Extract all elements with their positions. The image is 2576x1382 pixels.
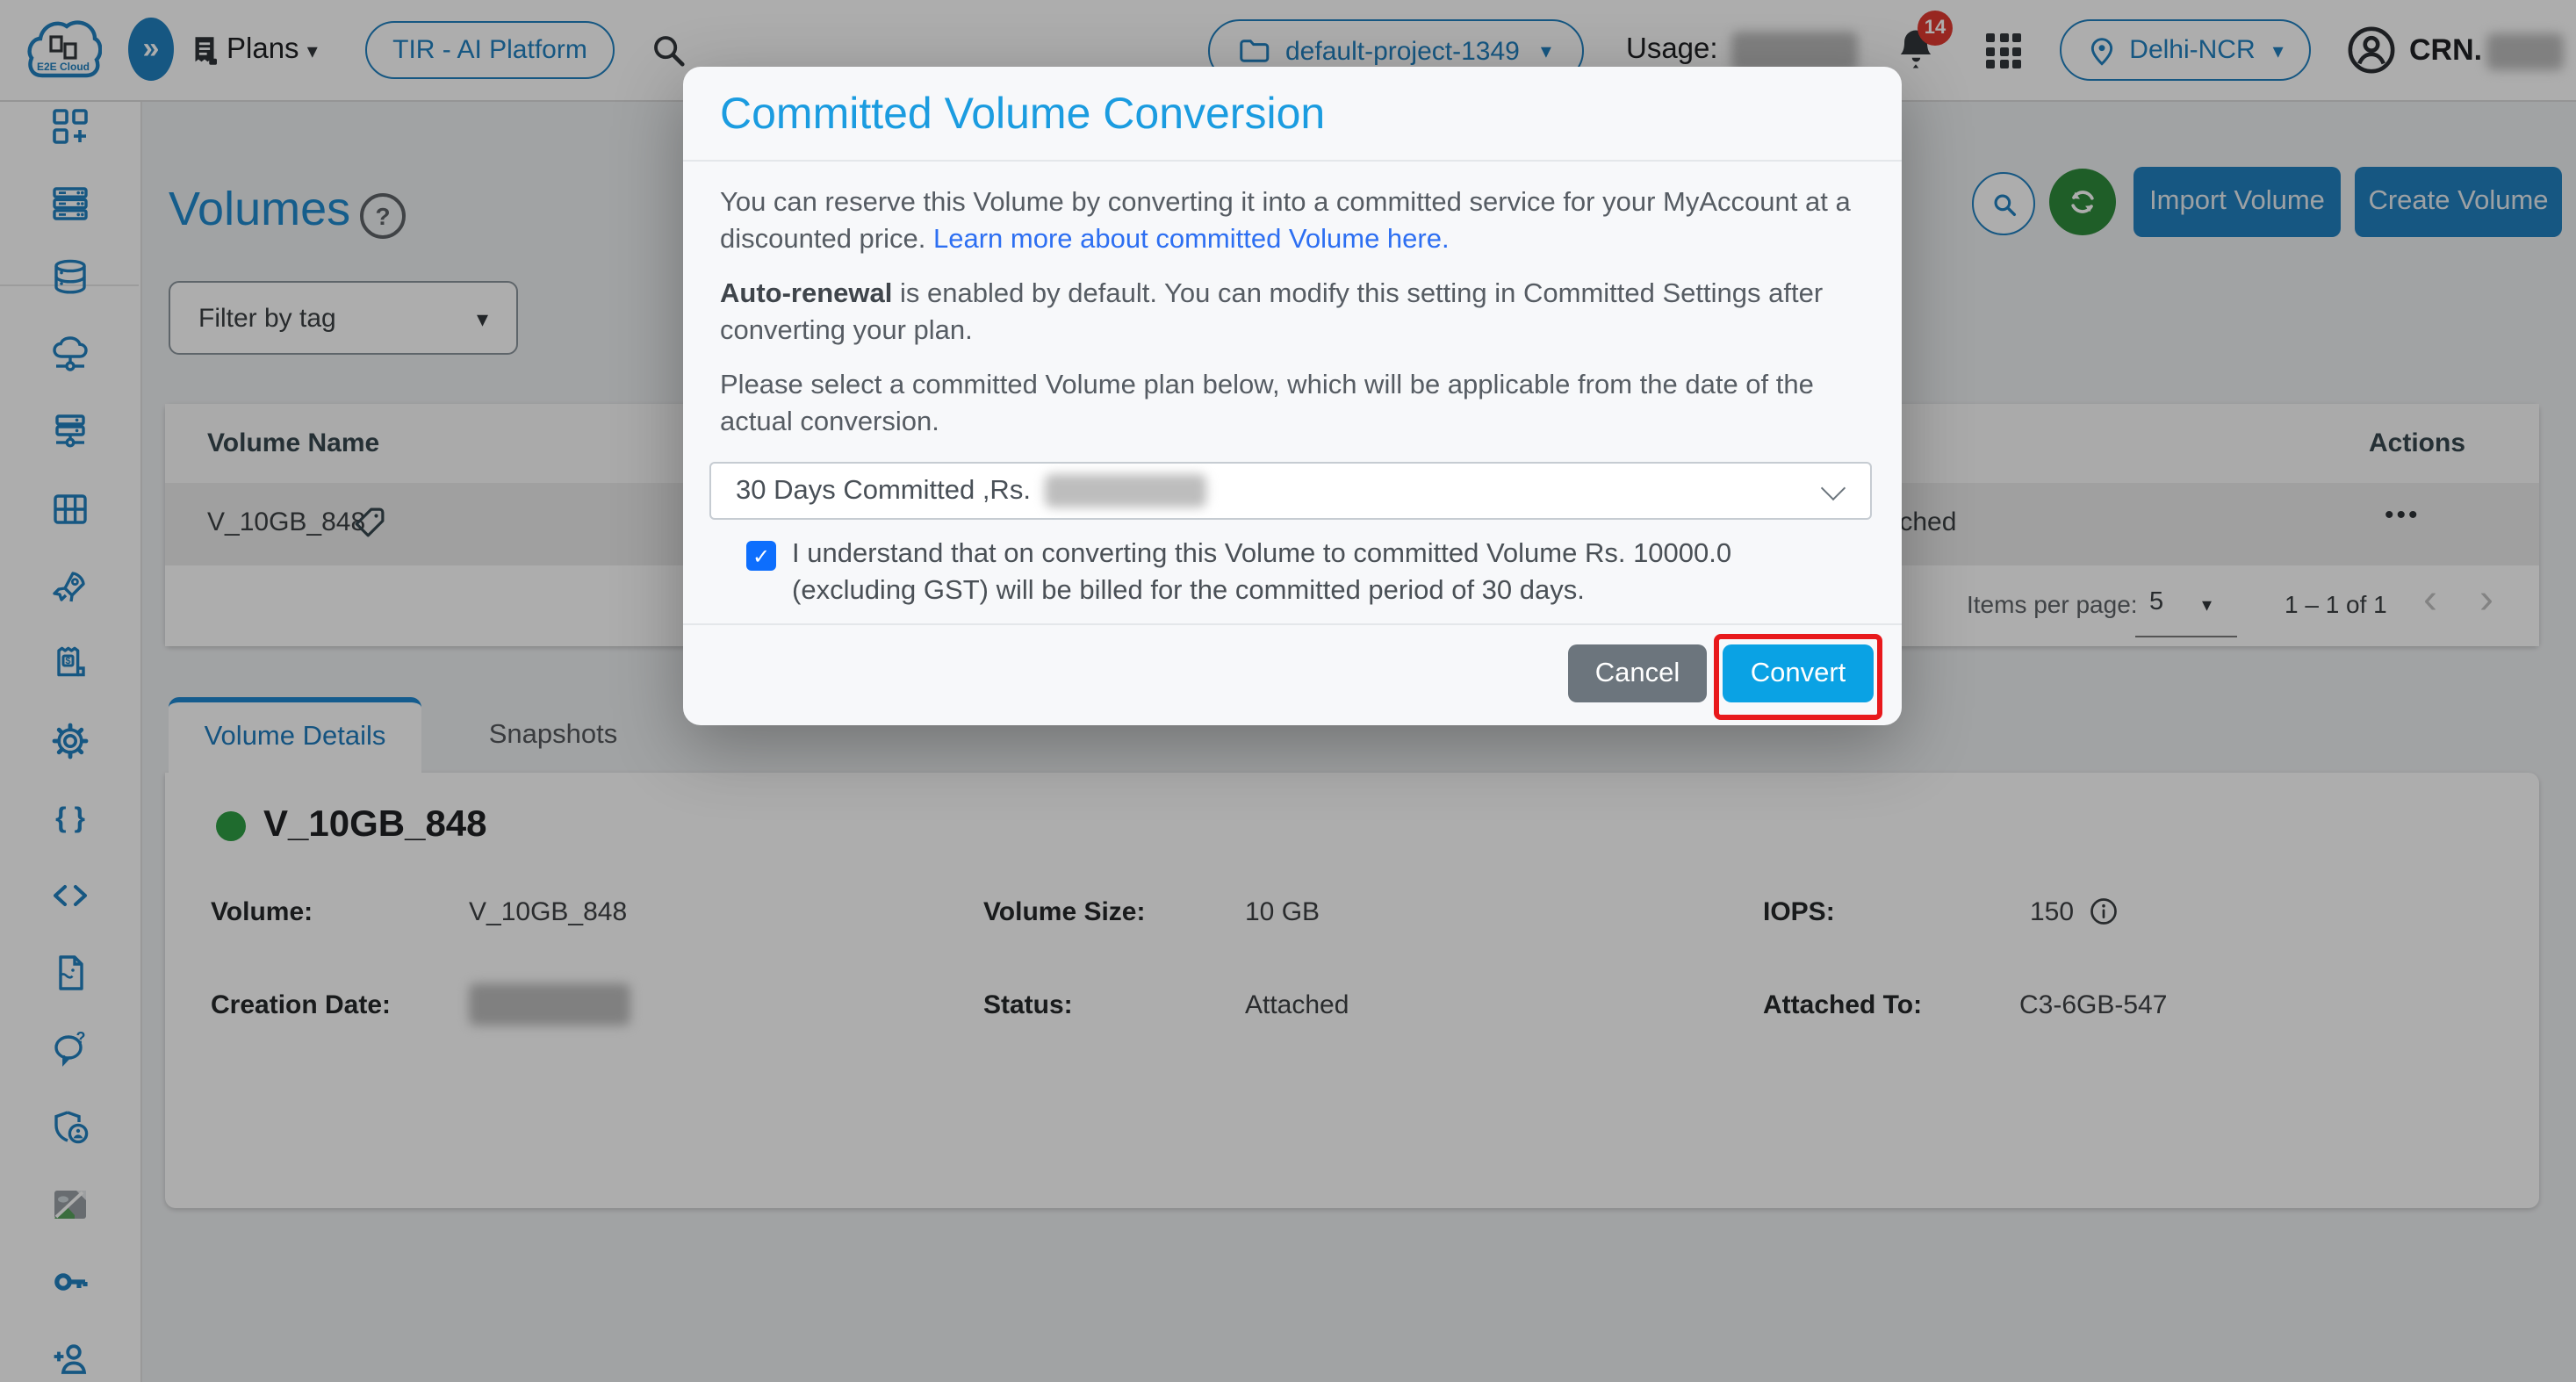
modal-paragraph-3: Please select a committed Volume plan be… [720, 369, 1875, 441]
modal-paragraph-2: Auto-renewal is enabled by default. You … [720, 277, 1875, 349]
plan-select[interactable]: 30 Days Committed ,Rs. [709, 462, 1872, 520]
app-root: E2E Cloud » Plans ▾ TIR - AI Platform de… [0, 0, 2576, 1382]
modal-footer-divider [683, 623, 1902, 625]
confirm-checkbox-label: I understand that on converting this Vol… [792, 537, 1831, 609]
modal-title: Committed Volume Conversion [720, 90, 1325, 140]
cancel-button[interactable]: Cancel [1568, 644, 1707, 702]
check-icon: ✓ [752, 543, 770, 568]
modal-paragraph-1: You can reserve this Volume by convertin… [720, 186, 1875, 258]
convert-highlight-annotation [1714, 634, 1882, 720]
committed-volume-conversion-modal: Committed Volume Conversion You can rese… [683, 67, 1902, 725]
learn-more-link[interactable]: Learn more about committed Volume here. [933, 224, 1450, 254]
chevron-down-icon [1821, 476, 1846, 500]
plan-price-redacted [1045, 474, 1206, 507]
modal-header-divider [683, 160, 1902, 162]
confirm-checkbox[interactable]: ✓ [746, 541, 776, 571]
